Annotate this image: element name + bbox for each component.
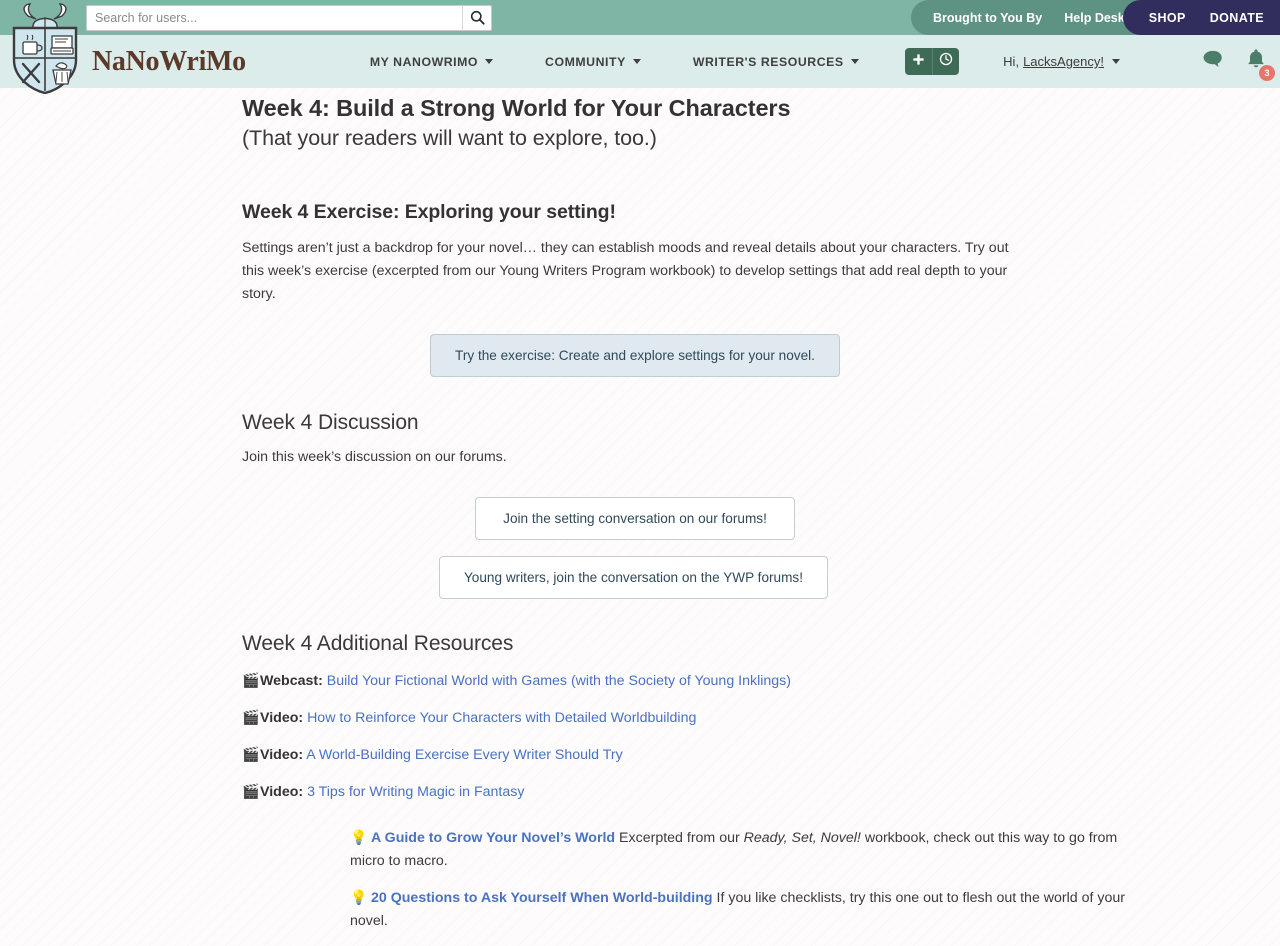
chat-bubble-icon <box>1202 49 1224 74</box>
sponsor-links-group: Brought to You By Help Desk <box>911 0 1139 35</box>
donate-link[interactable]: DONATE <box>1210 11 1264 25</box>
shop-link[interactable]: SHOP <box>1149 11 1186 25</box>
discussion-heading: Week 4 Discussion <box>242 411 419 435</box>
resource-type-label: Video: <box>260 784 304 801</box>
clapperboard-icon: 🎬 <box>242 673 260 690</box>
resource-type-label: Video: <box>260 747 304 764</box>
page-subtitle: (That your readers will want to explore,… <box>242 126 657 151</box>
discussion-paragraph: Join this week’s discussion on our forum… <box>242 449 507 466</box>
list-item: 💡 20 Questions to Ask Yourself When World… <box>350 887 1150 933</box>
search-form <box>86 4 492 31</box>
main-content: Week 4: Build a Strong World for Your Ch… <box>0 88 1280 946</box>
top-utility-bar: Brought to You By Help Desk SHOP DONATE <box>0 0 1280 35</box>
resource-link[interactable]: A Guide to Grow Your Novel’s World <box>371 830 615 846</box>
clapperboard-icon: 🎬 <box>242 784 260 801</box>
nav-menu: MY NANOWRIMO COMMUNITY WRITER'S RESOURCE… <box>370 55 859 69</box>
plus-icon <box>912 53 925 71</box>
site-logo-wordmark[interactable]: NaNoWriMo <box>92 46 246 78</box>
help-desk-link[interactable]: Help Desk <box>1064 11 1124 25</box>
resources-list: 🎬Webcast: Build Your Fictional World wit… <box>242 670 1280 804</box>
chevron-down-icon <box>485 59 494 64</box>
top-right-links: Brought to You By Help Desk SHOP DONATE <box>911 0 1280 35</box>
notification-badge: 3 <box>1259 65 1275 81</box>
list-item: 💡 A Guide to Grow Your Novel’s World Exce… <box>350 827 1150 873</box>
resource-type-label: Video: <box>260 710 304 727</box>
chevron-down-icon[interactable] <box>1112 59 1120 64</box>
page-title-main: Week 4: Build a Strong World for Your Ch… <box>242 95 791 121</box>
resource-workbook-title: Ready, Set, Novel! <box>743 830 861 847</box>
lightbulb-icon: 💡 <box>350 830 368 847</box>
resource-link[interactable]: 20 Questions to Ask Yourself When World-… <box>371 890 713 906</box>
main-navigation-bar: NaNoWriMo MY NANOWRIMO COMMUNITY WRITER'… <box>0 35 1280 88</box>
commerce-links-group: SHOP DONATE <box>1122 0 1280 35</box>
resources-wide-list: 💡 A Guide to Grow Your Novel’s World Exce… <box>242 827 1280 946</box>
clapperboard-icon: 🎬 <box>242 710 260 727</box>
resource-link[interactable]: Build Your Fictional World with Games (w… <box>327 673 791 689</box>
join-ywp-forums-button[interactable]: Young writers, join the conversation on … <box>439 556 828 600</box>
resource-desc-before: Excerpted from our <box>615 830 744 847</box>
username-link[interactable]: LacksAgency! <box>1023 54 1104 69</box>
nav-item-my-nanowrimo[interactable]: MY NANOWRIMO <box>369 54 494 69</box>
history-button[interactable] <box>932 48 959 75</box>
add-button[interactable] <box>905 48 932 75</box>
exercise-paragraph: Settings aren’t just a backdrop for your… <box>242 239 1009 302</box>
resource-link[interactable]: 3 Tips for Writing Magic in Fantasy <box>307 784 524 800</box>
list-item: 🎬Webcast: Build Your Fictional World wit… <box>242 670 1140 693</box>
messages-button[interactable] <box>1202 49 1224 74</box>
brought-to-you-by-link[interactable]: Brought to You By <box>933 11 1042 25</box>
list-item: 🎬Video: A World-Building Exercise Every … <box>242 744 1140 767</box>
quick-actions-group <box>905 48 960 75</box>
search-input[interactable] <box>86 4 462 31</box>
join-forums-button[interactable]: Join the setting conversation on our for… <box>475 497 795 541</box>
nav-item-community[interactable]: COMMUNITY <box>545 55 641 69</box>
resources-heading: Week 4 Additional Resources <box>242 632 514 656</box>
search-icon <box>470 10 485 25</box>
nav-user-area: Hi, LacksAgency! 3 <box>905 48 1275 81</box>
list-item: 🎬Video: How to Reinforce Your Characters… <box>242 707 1140 730</box>
nav-label: WRITER'S RESOURCES <box>692 54 844 69</box>
resource-type-label: Webcast: <box>260 673 323 690</box>
user-greeting: Hi, LacksAgency! <box>1003 54 1120 69</box>
clock-icon <box>939 52 953 71</box>
lightbulb-icon: 💡 <box>350 890 368 907</box>
resource-link[interactable]: A World-Building Exercise Every Writer S… <box>306 747 622 763</box>
nav-label: COMMUNITY <box>545 54 626 69</box>
nav-item-writers-resources[interactable]: WRITER'S RESOURCES <box>693 55 859 69</box>
notifications-button[interactable]: 3 <box>1246 48 1275 81</box>
list-item: 🎬Video: 3 Tips for Writing Magic in Fant… <box>242 781 1140 804</box>
search-submit-button[interactable] <box>462 4 492 31</box>
typewriter-icon <box>50 35 74 55</box>
clapperboard-icon: 🎬 <box>242 747 260 764</box>
greeting-prefix: Hi, <box>1003 54 1020 69</box>
resource-link[interactable]: How to Reinforce Your Characters with De… <box>307 710 696 726</box>
chevron-down-icon <box>850 59 859 64</box>
exercise-heading: Week 4 Exercise: Exploring your setting! <box>242 200 616 223</box>
nanowrimo-shield-logo[interactable] <box>6 2 84 95</box>
try-exercise-button[interactable]: Try the exercise: Create and explore set… <box>430 334 840 378</box>
page-title: Week 4: Build a Strong World for Your Ch… <box>242 92 1280 154</box>
nav-label: MY NANOWRIMO <box>369 54 479 69</box>
chevron-down-icon <box>632 59 641 64</box>
